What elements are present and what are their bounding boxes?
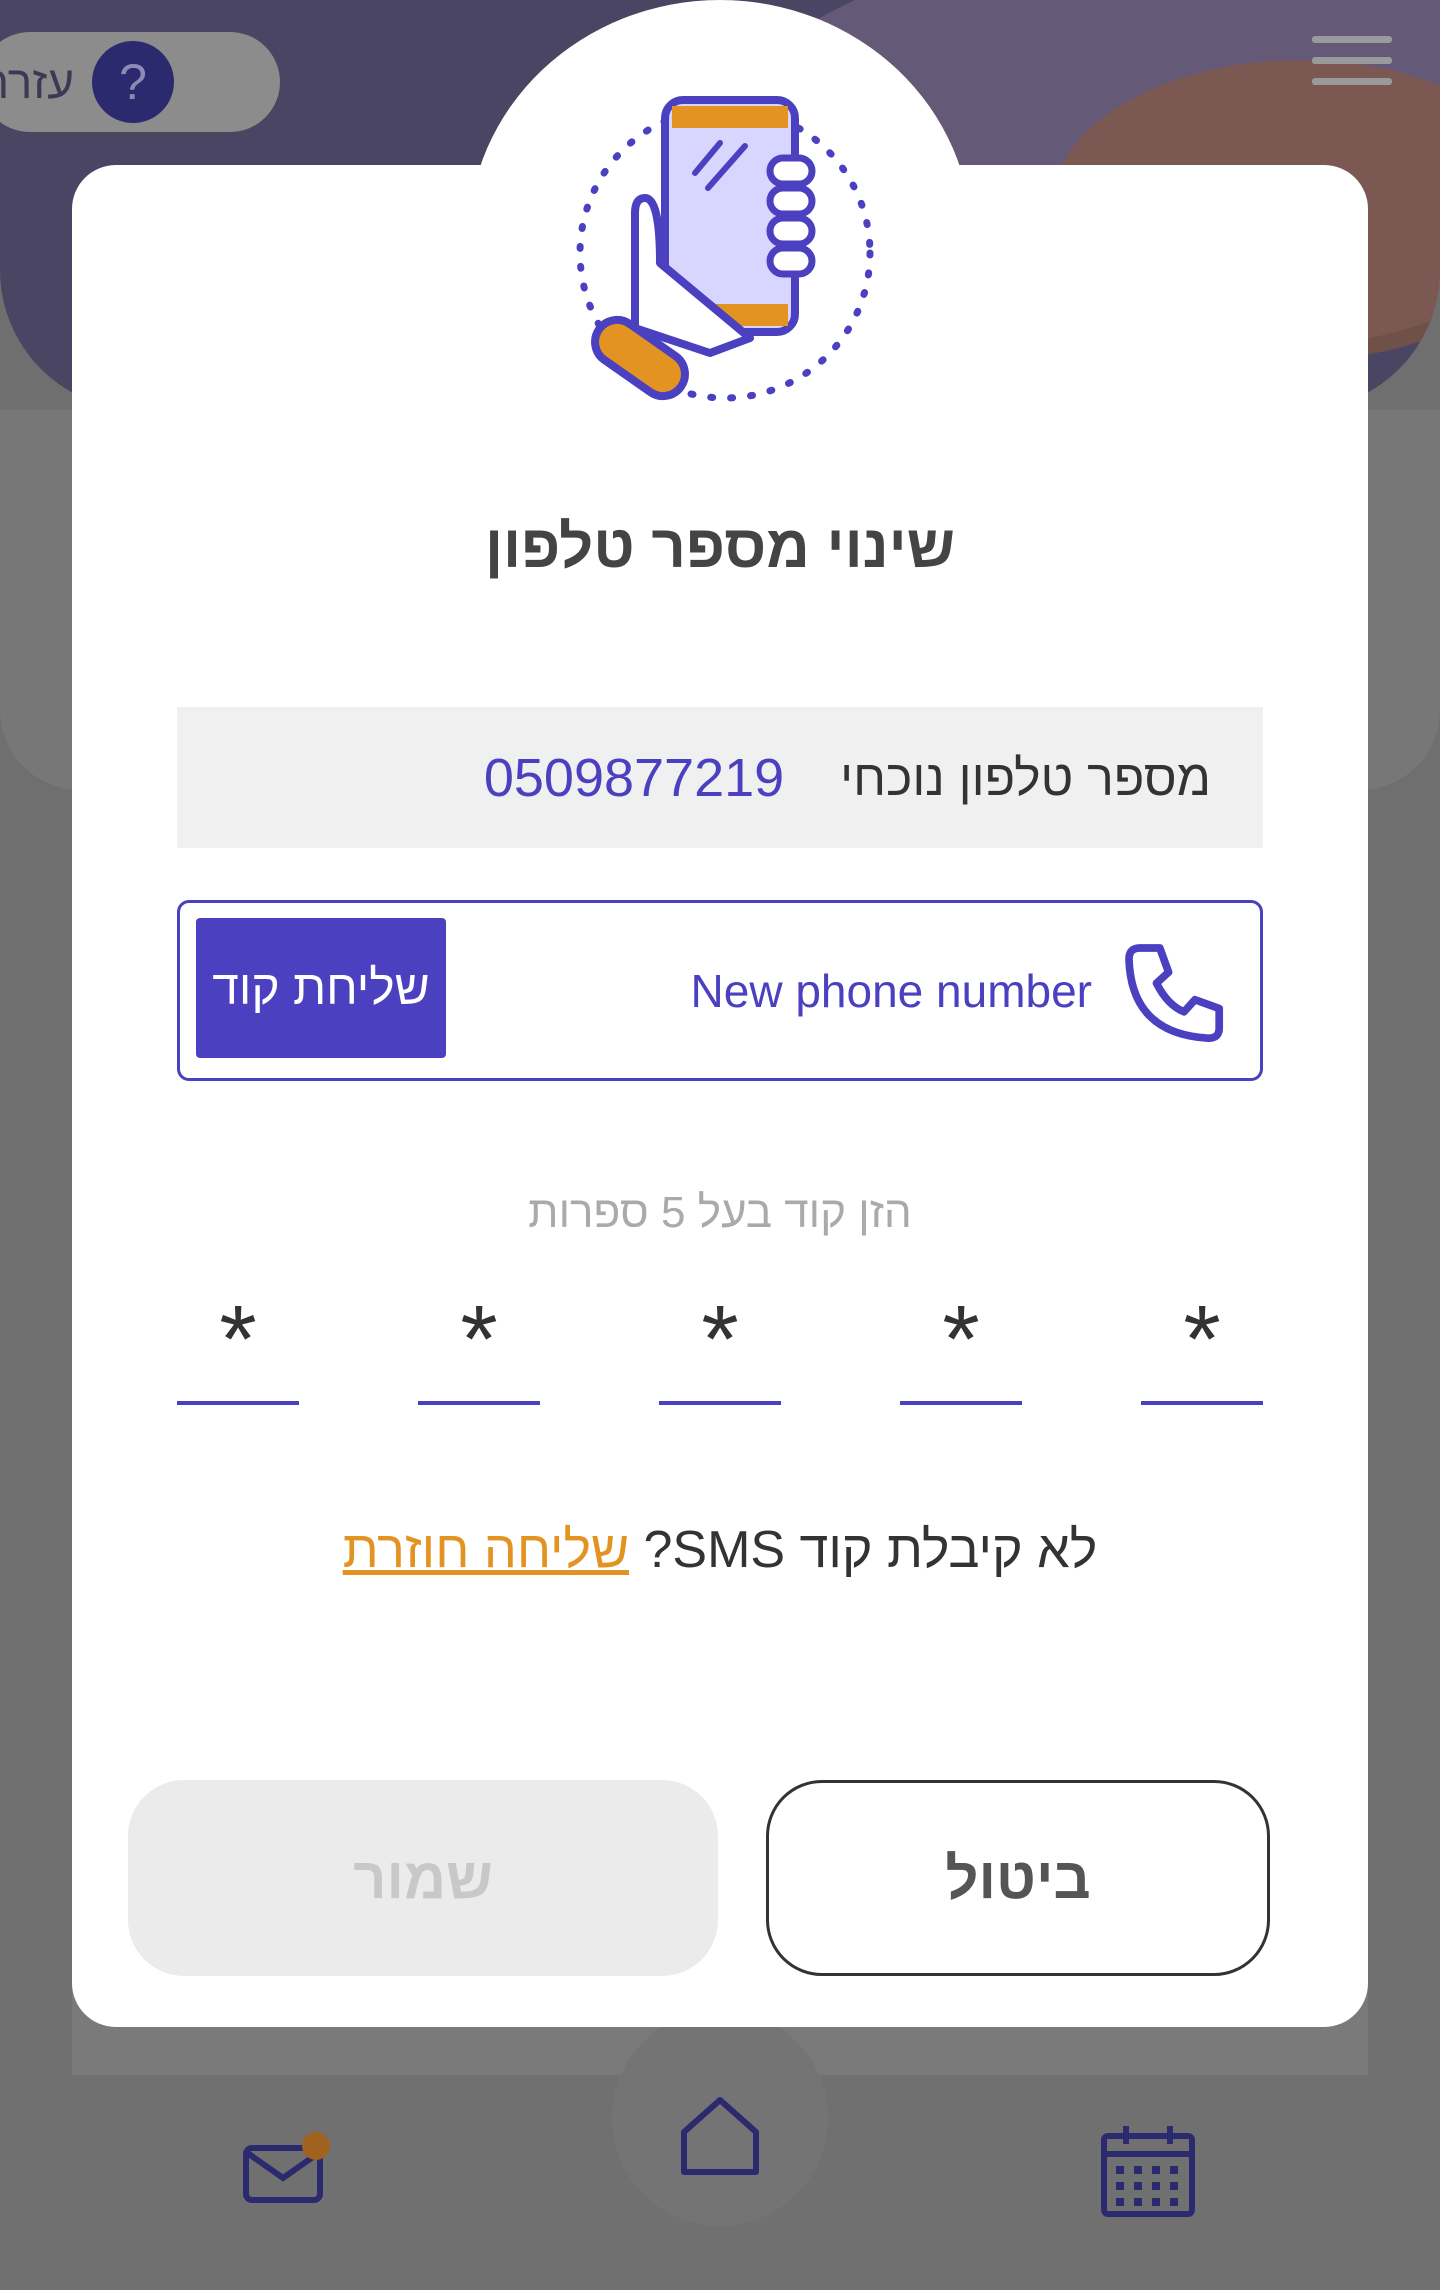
send-code-button[interactable]: שליחת קוד — [196, 918, 446, 1058]
home-icon[interactable] — [672, 2090, 768, 2180]
current-phone-row: מספר טלפון נוכחי 0509877219 — [177, 707, 1263, 848]
phone-in-hand-icon — [576, 96, 874, 402]
notification-dot — [302, 2132, 330, 2160]
otp-digit-input[interactable]: * — [659, 1280, 781, 1405]
save-button[interactable]: שמור — [128, 1780, 718, 1976]
help-label: עזרה — [0, 56, 74, 108]
resend-row: לא קיבלת קוד SMS? שליחה חוזרת — [72, 1520, 1368, 1580]
phone-icon — [1125, 944, 1224, 1043]
code-hint: הזן קוד בעל 5 ספרות — [528, 1188, 912, 1237]
cancel-button[interactable]: ביטול — [766, 1780, 1270, 1976]
question-icon: ? — [92, 41, 174, 123]
change-phone-modal — [72, 165, 1368, 2027]
modal-title: שינוי מספר טלפון — [484, 513, 956, 580]
help-button[interactable]: ? עזרה — [0, 32, 280, 132]
current-phone-value: 0509877219 — [483, 747, 785, 808]
resend-link[interactable]: שליחה חוזרת — [343, 1521, 629, 1579]
mail-icon[interactable] — [240, 2128, 330, 2208]
resend-question: לא קיבלת קוד SMS? — [643, 1521, 1098, 1579]
calendar-icon[interactable] — [1096, 2120, 1200, 2220]
otp-digit-input[interactable]: * — [1141, 1280, 1263, 1405]
new-phone-input[interactable] — [532, 943, 1092, 1039]
hamburger-menu-icon[interactable] — [1312, 36, 1392, 92]
current-phone-label: מספר טלפון נוכחי — [840, 749, 1211, 806]
otp-digit-input[interactable]: * — [900, 1280, 1022, 1405]
otp-digit-input[interactable]: * — [177, 1280, 299, 1405]
otp-digit-input[interactable]: * — [418, 1280, 540, 1405]
new-phone-field: שליחת קוד — [177, 900, 1263, 1081]
